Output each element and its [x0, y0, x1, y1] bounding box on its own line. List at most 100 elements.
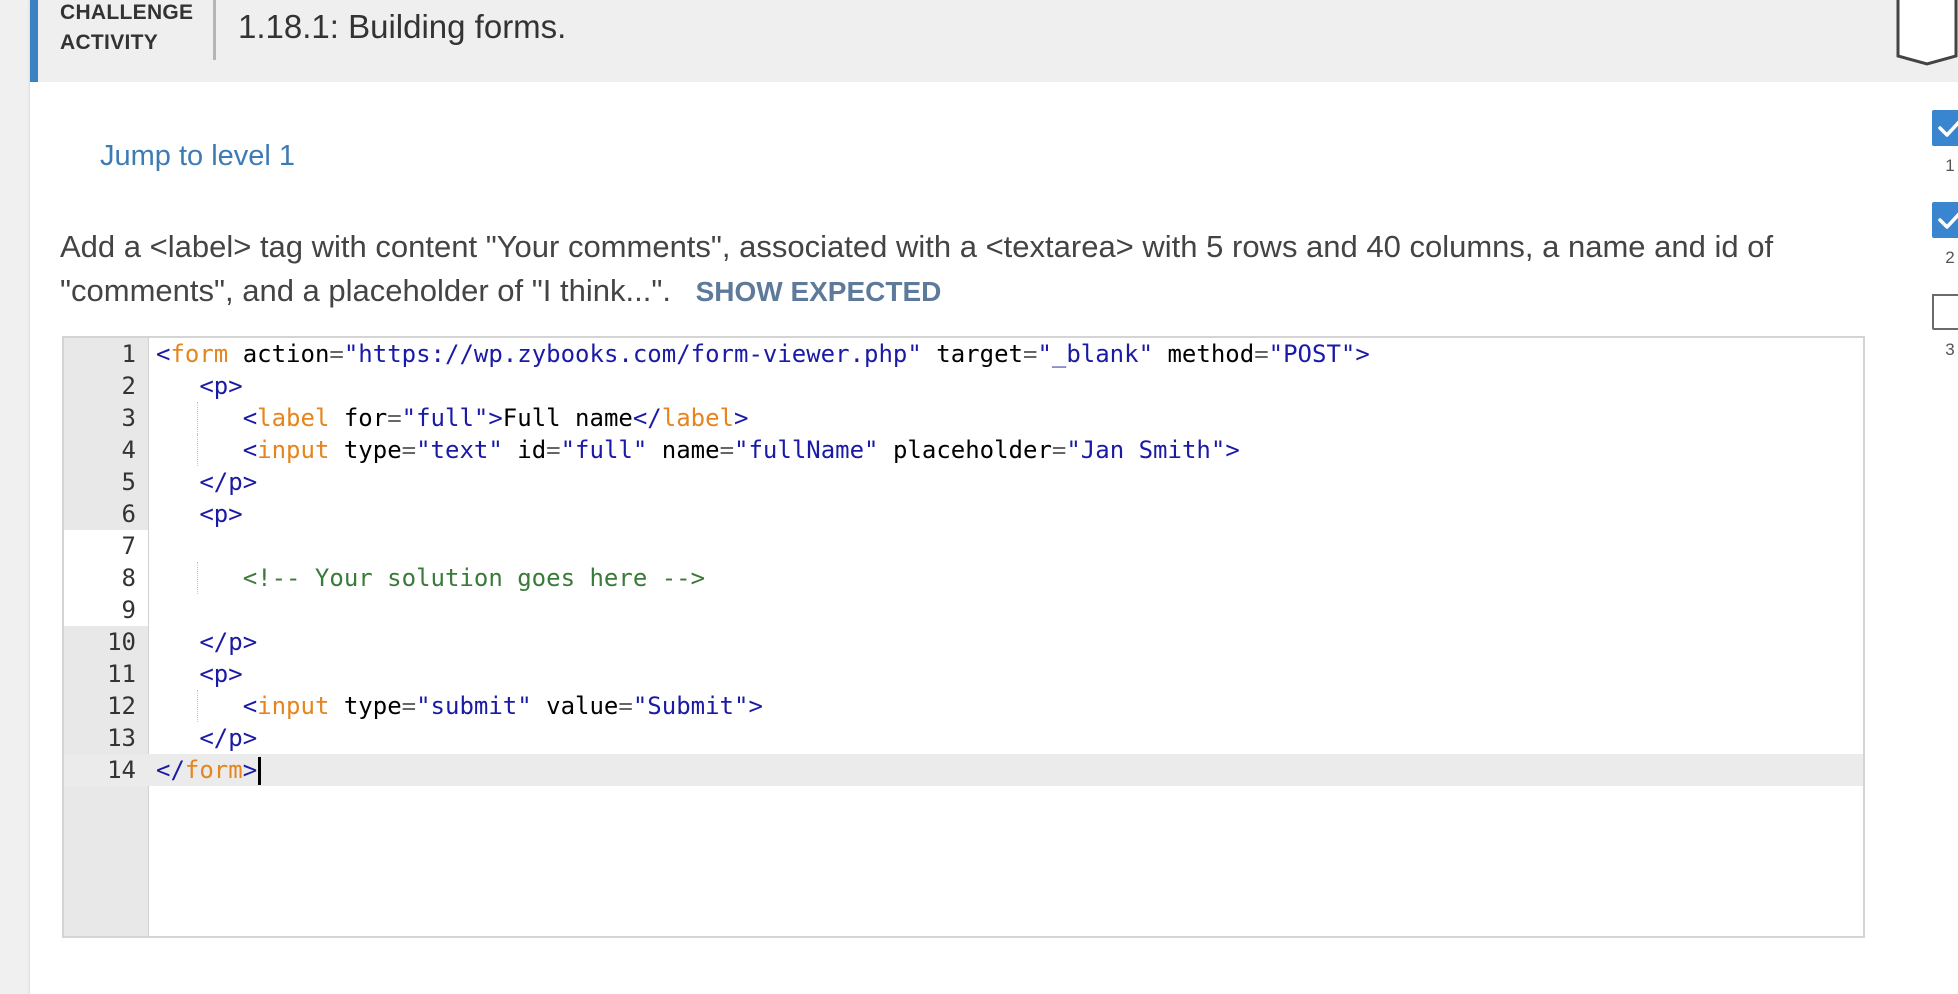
- code-token-br: >: [1355, 340, 1370, 368]
- code-token-cmt: <!-- Your solution goes here -->: [242, 564, 706, 592]
- code-token-attr: name: [647, 436, 720, 464]
- code-token-br: <p>: [199, 500, 243, 528]
- code-token-str: "Submit": [632, 692, 749, 720]
- activity-type-line1: CHALLENGE: [60, 1, 194, 24]
- code-content: </p>: [199, 466, 257, 498]
- code-line[interactable]: 12 <input type="submit" value="Submit">: [64, 690, 1863, 722]
- code-token-eq: =: [329, 340, 344, 368]
- line-number: 8: [121, 564, 136, 592]
- code-token-str: "_blank": [1037, 340, 1154, 368]
- code-token-tag: label: [257, 404, 330, 432]
- code-token-attr: value: [531, 692, 619, 720]
- code-token-str: "submit": [416, 692, 532, 720]
- code-token-eq: =: [618, 692, 633, 720]
- level-number: 3: [1945, 340, 1955, 359]
- code-token-eq: =: [1051, 436, 1067, 464]
- code-content: <label for="full">Full name</label>: [243, 402, 749, 434]
- code-line[interactable]: 13 </p>: [64, 722, 1863, 754]
- code-content: <input type="text" id="full" name="fullN…: [243, 434, 1240, 466]
- line-number: 7: [121, 532, 136, 560]
- code-token-eq: =: [1254, 340, 1269, 368]
- code-token-attr: action: [228, 340, 330, 368]
- code-line[interactable]: 8 <!-- Your solution goes here -->: [64, 562, 1863, 594]
- activity-title: 1.18.1: Building forms.: [238, 8, 567, 45]
- level-indicator-1[interactable]: 1: [1925, 110, 1958, 176]
- line-number: 10: [107, 628, 136, 656]
- page: CHALLENGE ACTIVITY 1.18.1: Building form…: [0, 0, 1958, 994]
- code-token-br: >: [242, 756, 258, 784]
- code-token-str: "https://wp.zybooks.com/form-viewer.php": [343, 340, 922, 368]
- activity-header: CHALLENGE ACTIVITY 1.18.1: Building form…: [30, 0, 1958, 82]
- code-token-tag: input: [257, 692, 330, 720]
- checkmark-icon: [1932, 202, 1958, 238]
- jump-to-level-link[interactable]: Jump to level 1: [100, 140, 295, 173]
- code-token-eq: =: [401, 436, 417, 464]
- code-token-eq: =: [401, 692, 417, 720]
- activity-type-line2: ACTIVITY: [60, 31, 159, 54]
- code-token-br: <p>: [199, 660, 243, 688]
- code-line[interactable]: 3 <label for="full">Full name</label>: [64, 402, 1863, 434]
- code-token-str: "full": [401, 404, 489, 432]
- code-line[interactable]: 11 <p>: [64, 658, 1863, 690]
- code-content: <p>: [199, 370, 242, 402]
- line-number: 4: [121, 436, 136, 464]
- left-margin: [0, 0, 30, 994]
- line-number: 2: [121, 372, 136, 400]
- code-token-attr: target: [921, 340, 1023, 368]
- code-line[interactable]: 5 </p>: [64, 466, 1863, 498]
- code-token-br: </: [632, 404, 662, 432]
- code-lines: 1 <form action="https://wp.zybooks.com/fo…: [64, 338, 1863, 786]
- code-line[interactable]: 4 <input type="text" id="full" name="full…: [64, 434, 1863, 466]
- code-token-eq: =: [546, 436, 561, 464]
- code-line[interactable]: 1 <form action="https://wp.zybooks.com/fo…: [64, 338, 1863, 370]
- code-token-str: "text": [416, 436, 503, 464]
- code-token-br: <: [242, 692, 258, 720]
- code-line[interactable]: 9: [64, 594, 1863, 626]
- code-line[interactable]: 14 </form>: [64, 754, 1863, 786]
- code-token-br: >: [734, 404, 749, 432]
- code-token-attr: type: [329, 436, 402, 464]
- code-token-tag: form: [170, 340, 229, 368]
- code-token-br: >: [488, 404, 503, 432]
- text-cursor: [258, 757, 262, 785]
- code-token-str: "full": [560, 436, 648, 464]
- indent-guide: [197, 690, 199, 722]
- code-token-tag: label: [661, 404, 734, 432]
- code-token-attr: id: [502, 436, 547, 464]
- code-token-attr: method: [1153, 340, 1255, 368]
- code-content: <p>: [199, 498, 242, 530]
- code-token-eq: =: [1022, 340, 1038, 368]
- code-token-br: </: [156, 756, 185, 784]
- level-indicator-3[interactable]: 3: [1925, 294, 1958, 360]
- code-content: </p>: [199, 722, 257, 754]
- line-number: 1: [121, 340, 136, 368]
- level-indicator-2[interactable]: 2: [1925, 202, 1958, 268]
- code-editor[interactable]: 1 <form action="https://wp.zybooks.com/fo…: [62, 336, 1865, 938]
- code-token-br: <: [156, 340, 171, 368]
- code-content: <form action="https://wp.zybooks.com/for…: [156, 338, 1370, 370]
- code-line[interactable]: 7: [64, 530, 1863, 562]
- code-content: <input type="submit" value="Submit">: [243, 690, 763, 722]
- code-line[interactable]: 2 <p>: [64, 370, 1863, 402]
- level-number: 1: [1945, 156, 1955, 175]
- code-token-attr: for: [329, 404, 388, 432]
- code-token-br: <: [242, 404, 258, 432]
- line-number: 9: [121, 596, 136, 624]
- code-token-eq: =: [719, 436, 735, 464]
- line-number: 6: [121, 500, 136, 528]
- line-number: 3: [121, 404, 136, 432]
- checkmark-icon: [1932, 110, 1958, 146]
- bookmark-icon[interactable]: [1896, 0, 1958, 66]
- header-divider: [213, 0, 216, 60]
- activity-type-label: CHALLENGE ACTIVITY: [60, 0, 210, 58]
- code-line[interactable]: 6 <p>: [64, 498, 1863, 530]
- code-token-br: </p>: [199, 468, 258, 496]
- code-token-attr: placeholder: [878, 436, 1052, 464]
- code-token-br: </p>: [199, 628, 258, 656]
- code-line[interactable]: 10 </p>: [64, 626, 1863, 658]
- indent-guide: [197, 562, 199, 594]
- empty-box-icon: [1932, 294, 1958, 330]
- show-expected-button[interactable]: SHOW EXPECTED: [696, 276, 942, 307]
- indent-guide: [197, 434, 199, 466]
- instructions: Add a <label> tag with content "Your com…: [60, 225, 1860, 314]
